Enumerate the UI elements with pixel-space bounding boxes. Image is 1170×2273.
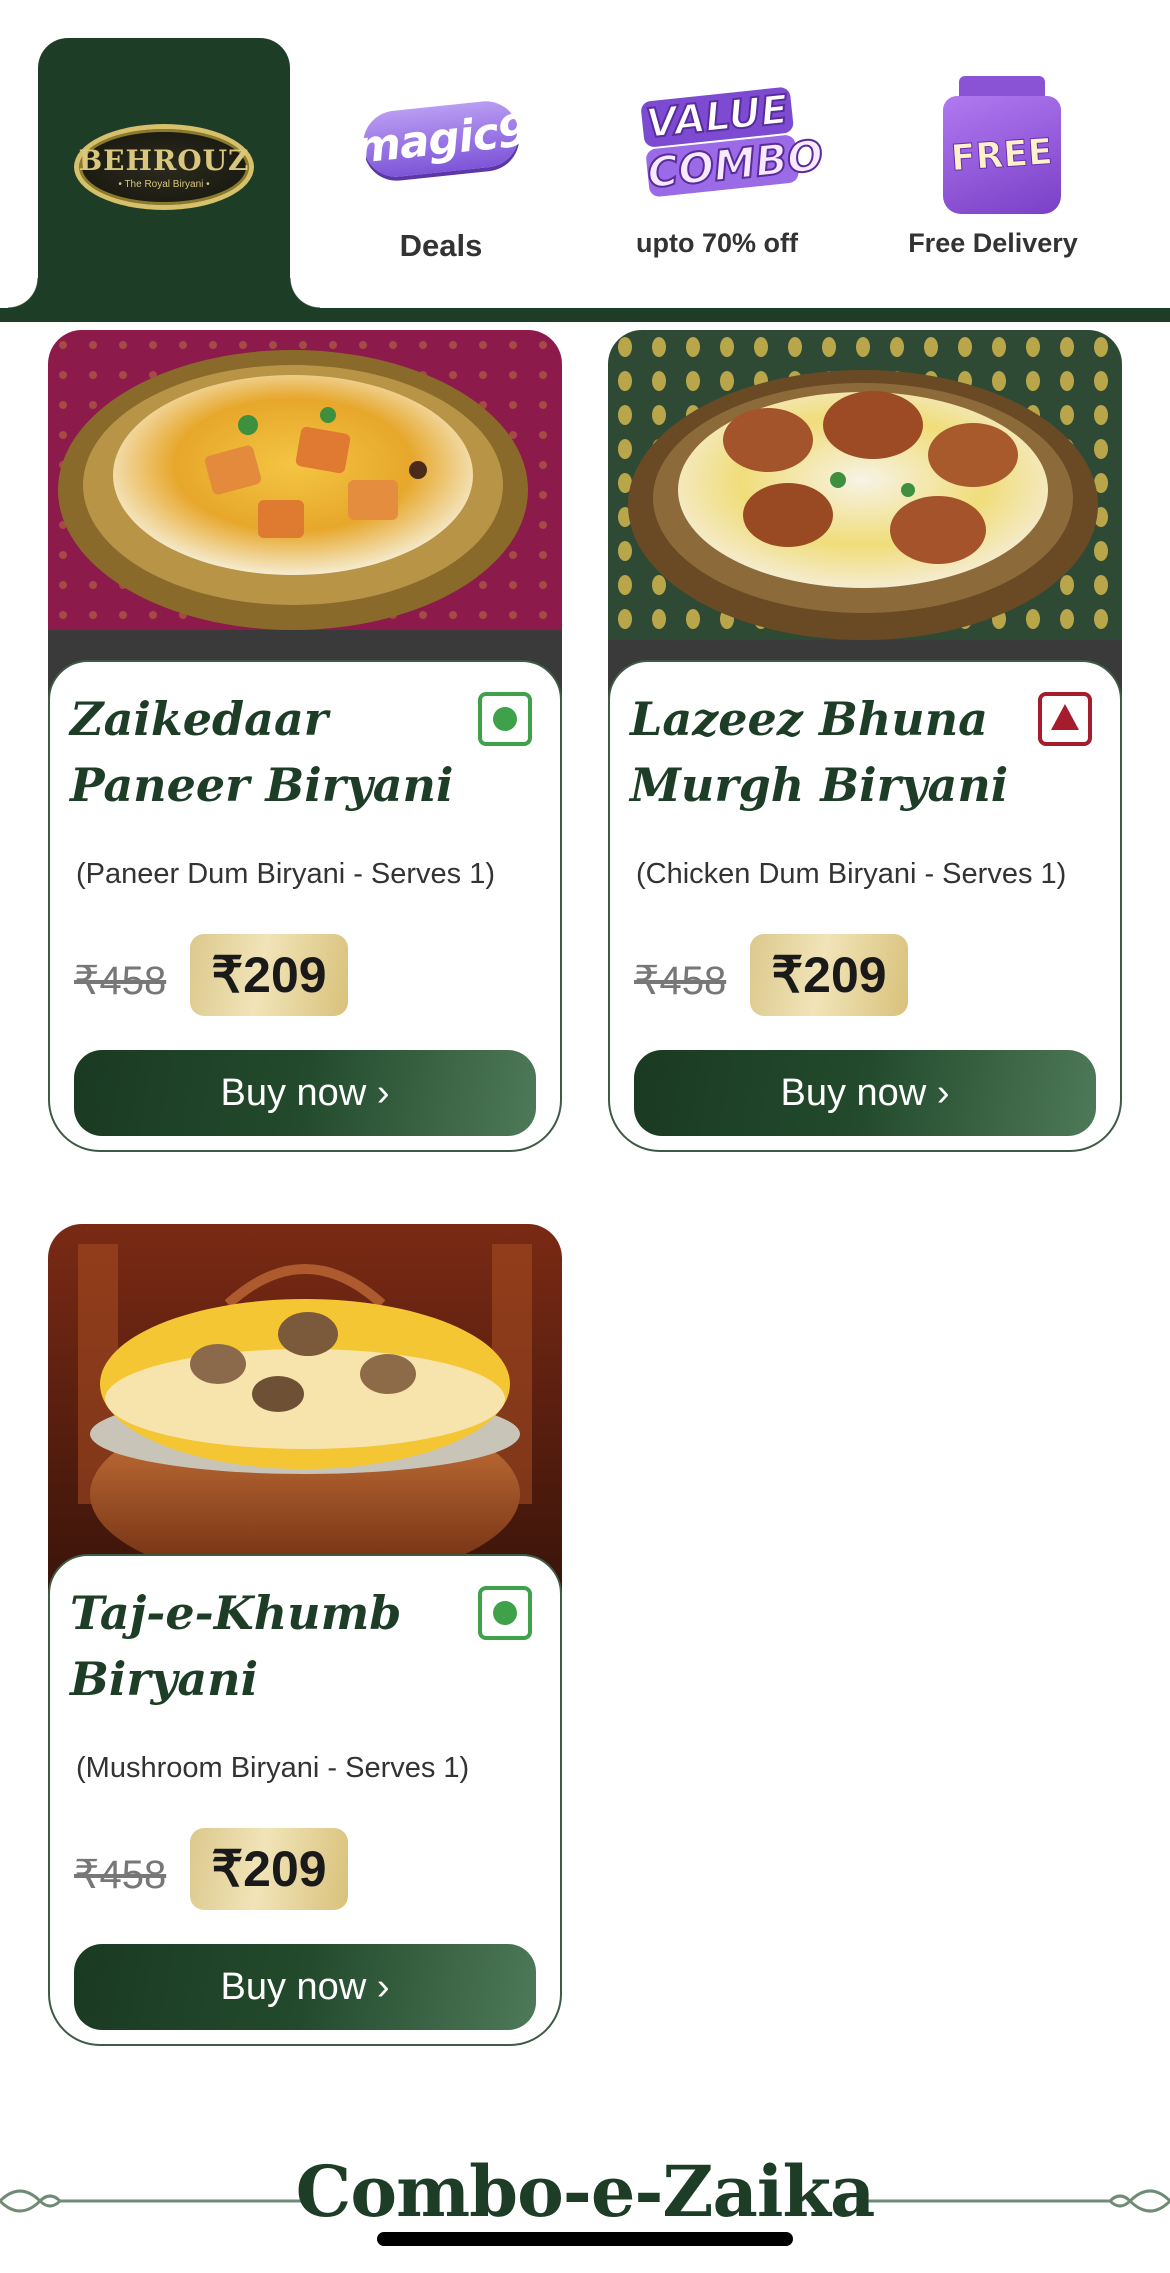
original-price: ₹458 <box>74 1853 167 1897</box>
product-card: Taj-e-Khumb Biryani (Mushroom Biryani - … <box>48 1224 562 2046</box>
top-nav: BEHROUZ • The Royal Biryani • magic9 Dea… <box>0 0 1170 322</box>
section-title: Combo-e-Zaika <box>295 2150 876 2233</box>
product-description: (Chicken Dum Biryani - Serves 1) <box>636 858 1067 890</box>
header-divider <box>0 308 1170 322</box>
product-description: (Mushroom Biryani - Serves 1) <box>76 1752 470 1784</box>
veg-icon <box>478 692 532 746</box>
nav-free-delivery[interactable]: FREE Free Delivery <box>893 70 1093 270</box>
product-info: Taj-e-Khumb Biryani (Mushroom Biryani - … <box>48 1554 562 2046</box>
offer-price: ₹209 <box>750 934 908 1016</box>
logo-name: BEHROUZ <box>78 144 250 177</box>
original-price: ₹458 <box>634 959 727 1003</box>
buy-now-button[interactable]: Buy now › <box>74 1050 536 1136</box>
product-title: Lazeez Bhuna Murgh Biryani <box>630 692 1009 812</box>
magic9-icon: magic9 <box>352 98 530 180</box>
product-title: Taj-e-Khumb Biryani <box>70 1586 402 1706</box>
logo-tagline: • The Royal Biryani • <box>118 179 210 190</box>
behrouz-logo: BEHROUZ • The Royal Biryani • <box>74 124 254 210</box>
nav-value-combo[interactable]: VALUE COMBO upto 70% off <box>617 70 826 270</box>
product-card: Zaikedaar Paneer Biryani (Paneer Dum Bir… <box>48 330 562 1152</box>
original-price: ₹458 <box>74 959 167 1003</box>
paneer-biryani-image <box>48 330 562 700</box>
value-combo-icon: VALUE COMBO <box>640 86 826 201</box>
offer-price: ₹209 <box>190 1828 348 1910</box>
home-indicator[interactable] <box>377 2232 793 2246</box>
product-title: Zaikedaar Paneer Biryani <box>70 692 454 812</box>
nav-deals-label: Deals <box>399 228 483 263</box>
non-veg-icon <box>1038 692 1092 746</box>
product-info: Zaikedaar Paneer Biryani (Paneer Dum Bir… <box>48 660 562 1152</box>
brand-tab[interactable]: BEHROUZ • The Royal Biryani • <box>8 38 320 322</box>
veg-icon <box>478 1586 532 1640</box>
product-description: (Paneer Dum Biryani - Serves 1) <box>76 858 496 890</box>
nav-deals[interactable]: magic9 Deals <box>341 70 541 270</box>
product-card: Lazeez Bhuna Murgh Biryani (Chicken Dum … <box>608 330 1122 1152</box>
nav-free-delivery-label: Free Delivery <box>908 228 1078 258</box>
mushroom-biryani-image <box>48 1224 562 1594</box>
free-bag-icon: FREE <box>943 76 1061 214</box>
nav-value-combo-label: upto 70% off <box>636 228 798 258</box>
offer-price: ₹209 <box>190 934 348 1016</box>
buy-now-button[interactable]: Buy now › <box>634 1050 1096 1136</box>
buy-now-button[interactable]: Buy now › <box>74 1944 536 2030</box>
murgh-biryani-image <box>608 330 1122 700</box>
product-info: Lazeez Bhuna Murgh Biryani (Chicken Dum … <box>608 660 1122 1152</box>
